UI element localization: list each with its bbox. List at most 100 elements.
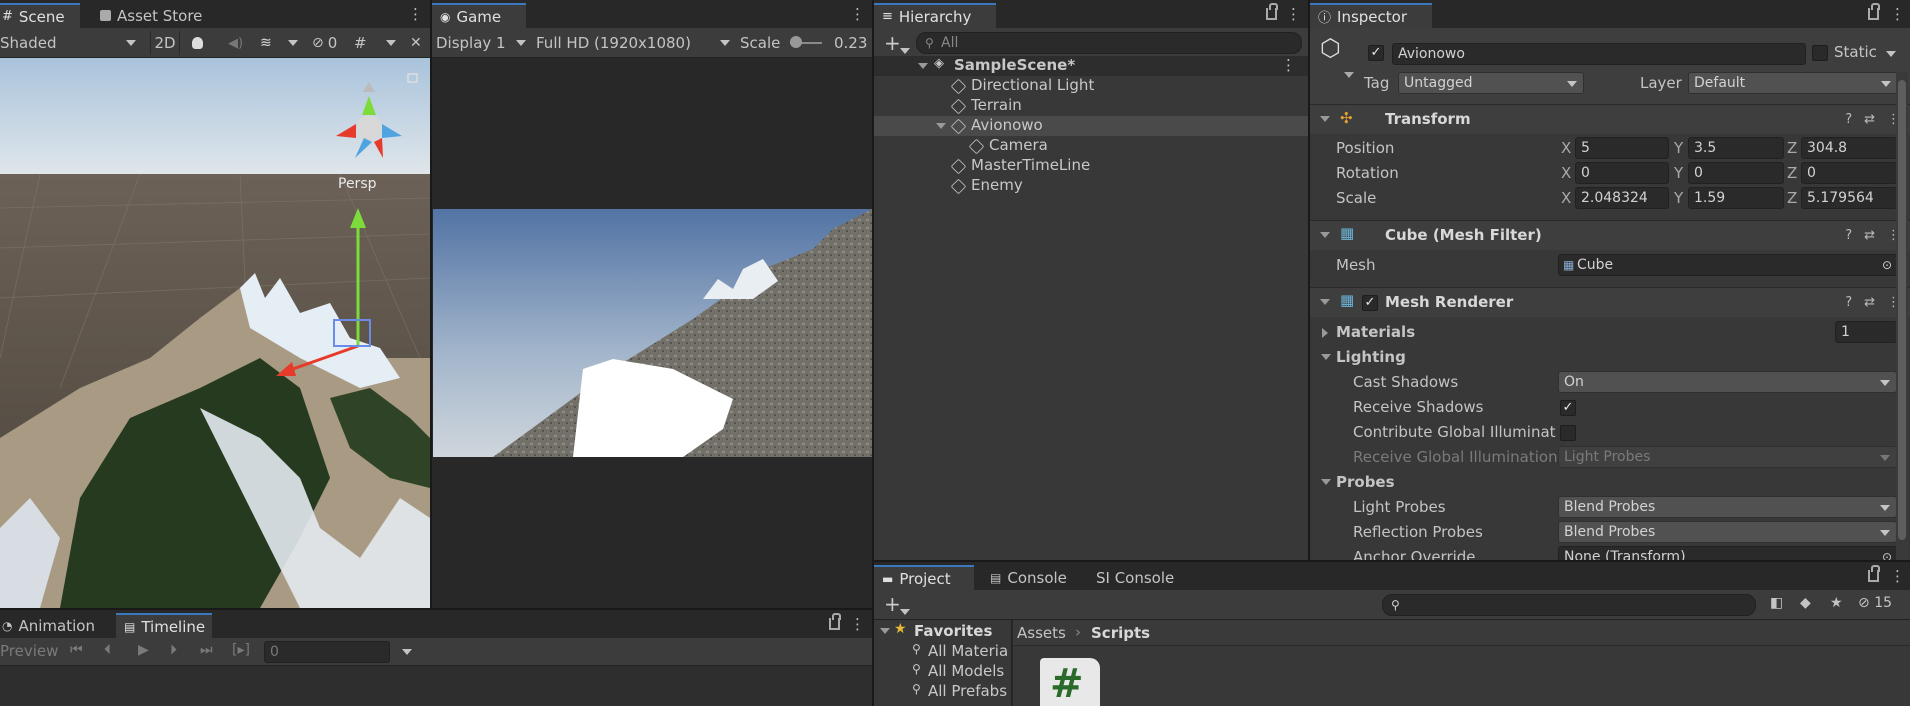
tab-hierarchy[interactable]: ≡ Hierarchy <box>874 3 996 28</box>
hierarchy-search-input[interactable]: ⚲ All <box>916 32 1302 54</box>
create-button[interactable]: + <box>884 31 901 55</box>
grid-toggle[interactable]: # <box>354 31 367 55</box>
last-frame-icon[interactable]: ⏭ <box>200 642 213 658</box>
mesh-object-field[interactable]: ▦ Cube ⊙ <box>1558 254 1897 276</box>
collapse-arrow-icon[interactable] <box>1320 116 1330 122</box>
filter-by-type-icon[interactable]: ◧ <box>1770 595 1783 611</box>
first-frame-icon[interactable]: ⏮ <box>70 642 83 658</box>
materials-count-field[interactable]: 1 <box>1835 321 1897 343</box>
filter-by-label-icon[interactable]: ◆ <box>1800 595 1811 611</box>
play-icon[interactable]: ▶ <box>138 642 149 658</box>
effects-dropdown[interactable] <box>288 31 298 55</box>
scene-viewport[interactable]: Persp <box>0 58 430 608</box>
tab-project[interactable]: ▬ Project <box>874 565 974 590</box>
create-asset-button[interactable]: + <box>884 592 901 616</box>
hierarchy-item-scene[interactable]: ◈ SampleScene* ⋮ <box>874 56 1308 76</box>
hierarchy-item-camera[interactable]: Camera <box>874 136 1308 156</box>
timeline-area[interactable] <box>0 666 872 706</box>
effects-toggle[interactable]: ≋ <box>260 31 272 55</box>
hierarchy-item-avionowo[interactable]: Avionowo <box>874 116 1308 136</box>
timeline-more-menu[interactable]: ⋮ <box>850 615 865 633</box>
collapse-arrow-icon[interactable] <box>1321 479 1331 485</box>
anchor-override-field[interactable]: None (Transform) ⊙ <box>1558 546 1897 560</box>
contribute-gi-checkbox[interactable] <box>1560 425 1576 441</box>
mesh-filter-header[interactable]: ▦ Cube (Mesh Filter) ? ⇄ ⋮ <box>1310 220 1910 250</box>
position-x-field[interactable]: 5 <box>1575 137 1669 159</box>
position-z-field[interactable]: 304.8 <box>1801 137 1897 159</box>
probes-label[interactable]: Probes <box>1336 473 1395 491</box>
create-asset-dropdown[interactable] <box>900 601 910 619</box>
lighting-toggle[interactable] <box>192 31 203 55</box>
tab-scene[interactable]: # Scene <box>0 3 80 28</box>
audio-toggle[interactable]: ◀) <box>228 31 243 55</box>
object-name-field[interactable]: Avionowo <box>1392 43 1806 65</box>
favorite-item[interactable]: ⚲ All Models <box>874 662 1011 682</box>
icon-dropdown[interactable] <box>1344 72 1354 78</box>
scale-slider[interactable] <box>790 36 822 48</box>
display-dropdown[interactable]: Display 1 <box>436 31 528 55</box>
scale-slider-thumb[interactable] <box>790 36 802 48</box>
scale-y-field[interactable]: 1.59 <box>1688 187 1784 209</box>
chevron-down-icon[interactable] <box>402 649 412 655</box>
light-probes-dropdown[interactable]: Blend Probes <box>1558 496 1897 518</box>
receive-shadows-checkbox[interactable]: ✓ <box>1560 400 1576 416</box>
lock-icon[interactable] <box>1868 565 1880 582</box>
mesh-renderer-header[interactable]: ▦ ✓ Mesh Renderer ? ⇄ ⋮ <box>1310 287 1910 317</box>
tab-timeline[interactable]: ▤ Timeline <box>116 613 212 638</box>
shading-mode-dropdown[interactable]: Shaded <box>0 31 140 55</box>
preset-icon[interactable]: ⇄ <box>1864 228 1875 243</box>
script-asset[interactable]: # <box>1040 658 1100 706</box>
next-frame-icon[interactable]: ⏵ <box>170 642 177 658</box>
collapse-arrow-icon[interactable] <box>880 628 890 634</box>
inspector-more-menu[interactable]: ⋮ <box>1890 5 1905 23</box>
rotation-z-field[interactable]: 0 <box>1801 162 1897 184</box>
hidden-packages-toggle[interactable]: ⊘ 15 <box>1858 595 1892 611</box>
grid-dropdown[interactable] <box>386 31 396 55</box>
favorites-star-icon[interactable]: ★ <box>1830 595 1843 611</box>
range-play-icon[interactable]: [▸] <box>232 642 250 658</box>
persp-label[interactable]: Persp <box>338 176 377 192</box>
project-more-menu[interactable]: ⋮ <box>1890 567 1905 585</box>
breadcrumb-assets[interactable]: Assets <box>1017 624 1066 642</box>
collapse-arrow-icon[interactable] <box>1320 232 1330 238</box>
frame-field[interactable]: 0 <box>264 641 390 663</box>
lock-icon[interactable] <box>1266 3 1278 20</box>
mesh-renderer-enabled-checkbox[interactable]: ✓ <box>1362 295 1378 311</box>
project-search-input[interactable]: ⚲ <box>1382 594 1756 616</box>
hierarchy-item-directional-light[interactable]: Directional Light <box>874 76 1308 96</box>
tag-dropdown[interactable]: Untagged <box>1398 72 1584 94</box>
scene-more-menu[interactable]: ⋮ <box>1281 56 1296 74</box>
previous-frame-icon[interactable]: ⏴ <box>104 642 111 658</box>
hierarchy-item-enemy[interactable]: Enemy <box>874 176 1308 196</box>
game-more-menu[interactable]: ⋮ <box>850 5 865 23</box>
scene-more-menu[interactable]: ⋮ <box>408 5 423 23</box>
scale-x-field[interactable]: 2.048324 <box>1575 187 1669 209</box>
game-viewport[interactable] <box>433 209 872 457</box>
hierarchy-item-terrain[interactable]: Terrain <box>874 96 1308 116</box>
expand-arrow-icon[interactable] <box>918 63 928 69</box>
resolution-dropdown[interactable]: Full HD (1920x1080) <box>536 31 732 55</box>
static-dropdown[interactable]: Static <box>1834 43 1896 61</box>
expand-arrow-icon[interactable] <box>1322 328 1328 338</box>
hierarchy-more-menu[interactable]: ⋮ <box>1286 5 1301 23</box>
2d-toggle[interactable]: 2D <box>150 31 180 55</box>
hidden-objects-toggle[interactable]: ⊘ 0 <box>312 31 337 55</box>
tab-console[interactable]: ▤ Console <box>982 565 1075 590</box>
static-checkbox[interactable] <box>1812 45 1828 61</box>
scale-z-field[interactable]: 5.179564 <box>1801 187 1897 209</box>
tab-game[interactable]: ◉ Game <box>432 3 526 28</box>
scrollbar-thumb[interactable] <box>1898 80 1906 540</box>
tab-animation[interactable]: ◔ Animation <box>0 613 103 638</box>
cast-shadows-dropdown[interactable]: On <box>1558 371 1897 393</box>
rotation-x-field[interactable]: 0 <box>1575 162 1669 184</box>
preset-icon[interactable]: ⇄ <box>1864 112 1875 127</box>
lock-icon[interactable] <box>1868 3 1880 20</box>
transform-header[interactable]: ✣ Transform ? ⇄ ⋮ <box>1310 104 1910 134</box>
expand-arrow-icon[interactable] <box>936 123 946 129</box>
help-icon[interactable]: ? <box>1845 295 1852 310</box>
help-icon[interactable]: ? <box>1845 228 1852 243</box>
lock-icon[interactable] <box>829 613 841 630</box>
favorites-label[interactable]: Favorites <box>914 622 992 640</box>
preview-button[interactable]: Preview <box>0 642 58 660</box>
active-checkbox[interactable]: ✓ <box>1368 45 1384 61</box>
